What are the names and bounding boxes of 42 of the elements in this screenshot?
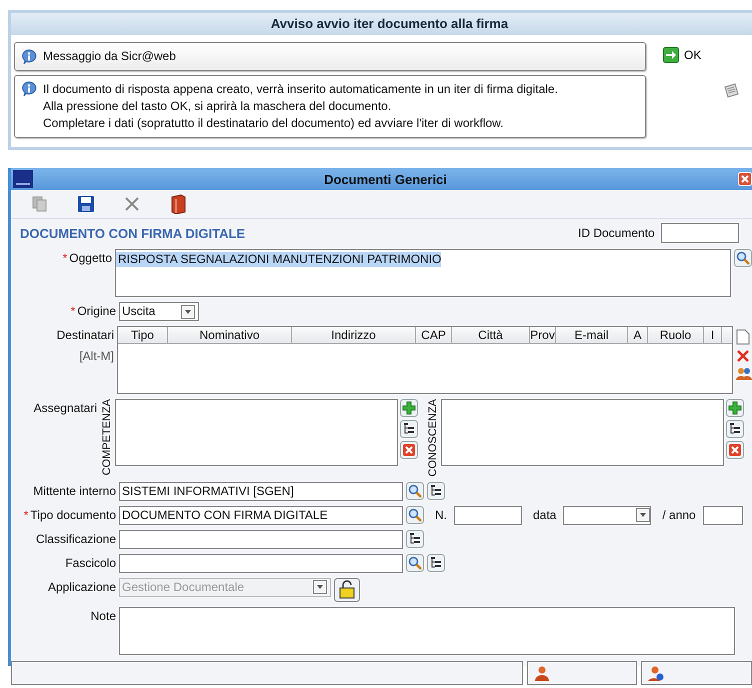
column-header[interactable]: Nominativo (168, 327, 292, 343)
required-mark: * (62, 251, 68, 265)
message-text: Alla pressione del tasto OK, si aprirà la maschera del documento. (43, 98, 392, 115)
sender-field[interactable]: SISTEMI INFORMATIVI [SGEN] (119, 482, 403, 501)
message-text: Completare i dati (sopratutto il destinatario del documento) ed avviare l'iter di workflow. (43, 115, 505, 132)
window-title: Documenti Generici (323, 172, 448, 186)
field-label: N. (434, 506, 448, 523)
field-label: Mittente interno (33, 484, 116, 498)
field-label: Origine (77, 304, 116, 318)
dialog-title: Avviso avvio iter documento alla firma (11, 13, 752, 35)
field-label: / anno (661, 506, 697, 523)
field-label: Classificazione (36, 532, 116, 546)
field-label: ID Documento (578, 226, 655, 240)
message-text: Il documento di risposta appena creato, verrà inserito automaticamente in un iter di firma digitale. (43, 81, 558, 98)
panel-caption: CONOSCENZA (426, 399, 439, 477)
column-header[interactable]: E-mail (556, 327, 628, 343)
field-label: Assegnatari (34, 401, 97, 415)
field-label: Fascicolo (65, 556, 116, 570)
column-header[interactable]: Indirizzo (292, 327, 416, 343)
form-heading: DOCUMENTO CON FIRMA DIGITALE (20, 226, 246, 240)
required-mark: * (24, 508, 28, 522)
required-mark: * (70, 304, 76, 318)
ok-button[interactable]: OK (663, 47, 702, 63)
field-label: data (532, 506, 558, 523)
subject-field[interactable]: RISPOSTA SEGNALAZIONI MANUTENZIONI PATRIMONIO (115, 249, 731, 297)
column-header[interactable]: I (704, 327, 722, 343)
column-header[interactable]: Ruolo (648, 327, 704, 343)
column-header[interactable]: Prov (530, 327, 556, 343)
message-title: Messaggio da Sicr@web (43, 49, 176, 64)
origin-dropdown[interactable]: Uscita (119, 302, 199, 321)
field-label: Applicazione (48, 580, 116, 594)
field-label: Destinatari (56, 328, 114, 343)
column-header[interactable]: CAP (416, 327, 452, 343)
field-label: Tipo documento (30, 508, 116, 522)
column-header[interactable]: Città (452, 327, 530, 343)
field-label: Oggetto (69, 251, 112, 265)
shortcut-hint: [Alt-M] (79, 349, 114, 364)
field-label: Note (90, 608, 116, 623)
panel-caption: COMPETENZA (100, 399, 113, 476)
column-header[interactable]: A (628, 327, 648, 343)
column-header[interactable]: Tipo (118, 327, 168, 343)
document-type-field[interactable]: DOCUMENTO CON FIRMA DIGITALE (119, 506, 403, 525)
